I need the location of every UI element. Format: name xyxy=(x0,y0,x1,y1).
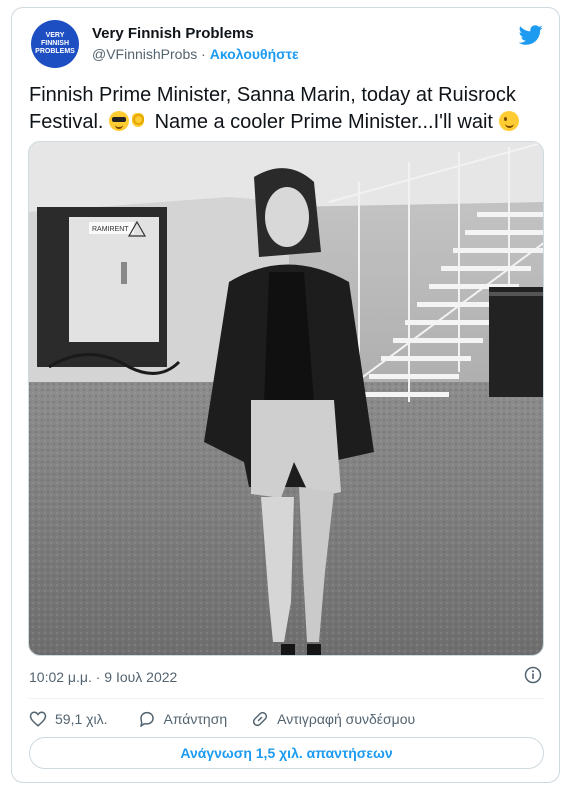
tweet-timestamp[interactable]: 10:02 μ.μ. · 9 Ιουλ 2022 xyxy=(29,669,177,685)
tweet-embed-card: VERY FINNISH PROBLEMS Very Finnish Probl… xyxy=(11,7,560,783)
avatar-text-line: FINNISH xyxy=(41,40,69,47)
avatar-text-line: VERY xyxy=(45,32,65,39)
cabinet-sign: RAMIRENT xyxy=(92,226,129,233)
separator: · xyxy=(197,46,210,62)
sunglasses-emoji-icon xyxy=(109,111,130,131)
reply-button[interactable]: Απάντηση xyxy=(138,710,228,728)
like-count: 59,1 χιλ. xyxy=(55,711,108,727)
avatar[interactable]: VERY FINNISH PROBLEMS xyxy=(31,20,79,68)
divider xyxy=(29,698,544,699)
winking-face-emoji-icon xyxy=(498,111,519,131)
copy-link-button[interactable]: Αντιγραφή συνδέσμου xyxy=(251,710,415,728)
account-handle[interactable]: @VFinnishProbs xyxy=(92,46,197,62)
twitter-bird-icon[interactable] xyxy=(519,23,543,47)
read-replies-button[interactable]: Ανάγνωση 1,5 χιλ. απαντήσεων xyxy=(29,737,544,769)
copy-link-label: Αντιγραφή συνδέσμου xyxy=(277,711,416,727)
read-replies-label: Ανάγνωση 1,5 χιλ. απαντήσεων xyxy=(180,745,393,761)
tweet-text: Finnish Prime Minister, Sanna Marin, tod… xyxy=(29,82,549,136)
tweet-photo[interactable]: RAMIRENT xyxy=(28,141,544,656)
reply-bubble-icon xyxy=(139,711,154,727)
festival-photo: RAMIRENT xyxy=(29,142,543,655)
reply-label: Απάντηση xyxy=(163,711,228,727)
heart-icon xyxy=(29,711,47,727)
like-button[interactable]: 59,1 χιλ. xyxy=(29,710,108,728)
follow-link[interactable]: Ακολουθήστε xyxy=(210,46,299,62)
ok-hand-emoji-icon xyxy=(129,111,149,131)
link-icon xyxy=(253,711,268,727)
tweet-text-part: Name a cooler Prime Minister...I'll wait xyxy=(149,111,499,133)
info-icon[interactable] xyxy=(524,666,542,684)
handle-row: @VFinnishProbs · Ακολουθήστε xyxy=(92,46,299,62)
action-bar: 59,1 χιλ. Απάντηση Αντιγραφή συνδέσμου xyxy=(29,708,415,730)
avatar-text-line: PROBLEMS xyxy=(35,48,75,55)
account-name[interactable]: Very Finnish Problems xyxy=(92,25,254,42)
